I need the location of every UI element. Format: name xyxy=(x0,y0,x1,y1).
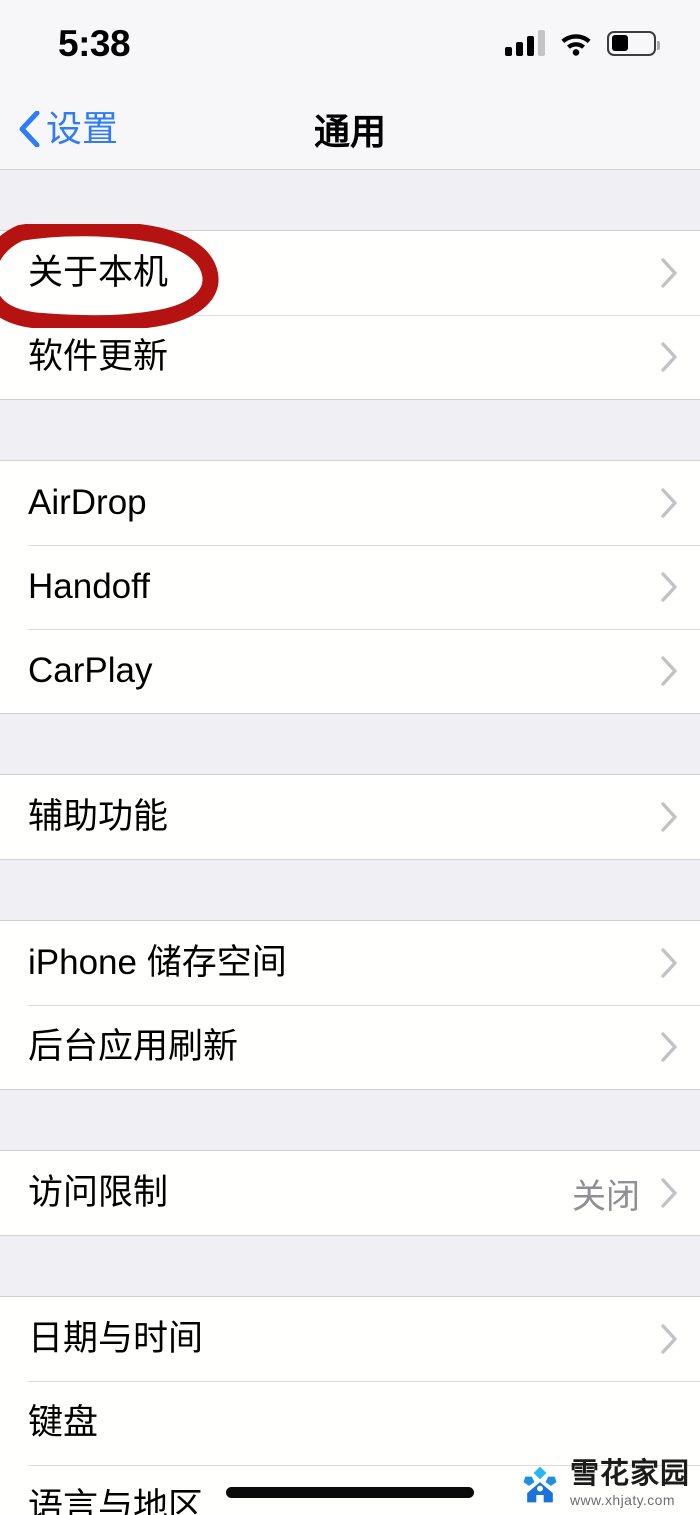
chevron-right-icon xyxy=(661,342,677,372)
settings-row-label: Handoff xyxy=(28,567,150,606)
group-spacer xyxy=(0,860,700,920)
group-spacer xyxy=(0,714,700,774)
chevron-right-icon xyxy=(661,488,677,518)
settings-row-label: iPhone 储存空间 xyxy=(28,943,287,982)
battery-icon xyxy=(607,30,660,56)
home-indicator-bar[interactable] xyxy=(226,1487,474,1498)
status-bar-time: 5:38 xyxy=(58,23,131,64)
settings-group: 关于本机 软件更新 xyxy=(0,230,700,400)
settings-row-label: 软件更新 xyxy=(28,337,169,376)
settings-row-label: 日期与时间 xyxy=(28,1319,204,1358)
settings-row[interactable]: 软件更新 xyxy=(0,315,700,399)
page-title: 通用 xyxy=(313,110,386,152)
settings-group: iPhone 储存空间 后台应用刷新 xyxy=(0,920,700,1090)
settings-table[interactable]: 关于本机软件更新 AirDrop Handoff CarPlay 辅助功能 iPhone … xyxy=(0,170,700,1515)
settings-row[interactable]: 键盘 xyxy=(0,1381,700,1465)
settings-groups: 关于本机软件更新 AirDrop Handoff CarPlay 辅助功能 iPhone … xyxy=(0,230,700,1515)
group-spacer xyxy=(0,400,700,460)
settings-row-label: 关于本机 xyxy=(28,253,169,292)
status-bar: 5:38 xyxy=(0,0,700,88)
settings-row-label: 访问限制 xyxy=(28,1173,169,1212)
settings-row-label: 辅助功能 xyxy=(28,797,169,836)
group-spacer xyxy=(0,1090,700,1150)
settings-group: AirDrop Handoff CarPlay xyxy=(0,460,700,714)
settings-row[interactable]: 辅助功能 xyxy=(0,775,700,859)
group-spacer xyxy=(0,1236,700,1296)
cellular-signal-icon xyxy=(505,30,545,56)
chevron-right-icon xyxy=(661,656,677,686)
site-watermark: 雪花家园 www.xhjaty.com xyxy=(518,1460,690,1507)
settings-group: 访问限制 关闭 xyxy=(0,1150,700,1236)
settings-row[interactable]: 日期与时间 xyxy=(0,1297,700,1381)
chevron-right-icon xyxy=(661,802,677,832)
settings-row[interactable]: AirDrop xyxy=(0,461,700,545)
settings-row-label: 键盘 xyxy=(28,1403,99,1442)
settings-row-label: CarPlay xyxy=(28,651,153,690)
watermark-title: 雪花家园 xyxy=(569,1458,690,1490)
settings-row[interactable]: 访问限制 关闭 xyxy=(0,1151,700,1235)
navigation-bar: 设置 通用 xyxy=(0,88,700,170)
settings-row[interactable]: 后台应用刷新 xyxy=(0,1005,700,1089)
watermark-url: www.xhjaty.com xyxy=(569,1492,675,1508)
settings-row-label: AirDrop xyxy=(28,483,147,522)
settings-row[interactable]: CarPlay xyxy=(0,629,700,713)
settings-row-value: 关闭 xyxy=(572,1177,640,1216)
settings-row-label: 后台应用刷新 xyxy=(28,1027,239,1066)
settings-row[interactable]: iPhone 储存空间 xyxy=(0,921,700,1005)
chevron-right-icon xyxy=(661,1178,677,1208)
status-bar-indicators xyxy=(505,30,660,56)
chevron-right-icon xyxy=(661,1324,677,1354)
snowflake-house-logo-icon xyxy=(523,1466,557,1502)
chevron-right-icon xyxy=(661,572,677,602)
settings-row[interactable]: Handoff xyxy=(0,545,700,629)
group-spacer xyxy=(0,170,700,230)
settings-group: 辅助功能 xyxy=(0,774,700,860)
chevron-right-icon xyxy=(661,1032,677,1062)
iphone-settings-screen: 5:38 设置 通用 关于本机 软件更新 AirDrop Handoff Car… xyxy=(0,0,700,1515)
wifi-icon xyxy=(561,34,591,56)
settings-row[interactable]: 关于本机 xyxy=(0,231,700,315)
chevron-right-icon xyxy=(661,258,677,288)
chevron-right-icon xyxy=(661,948,677,978)
